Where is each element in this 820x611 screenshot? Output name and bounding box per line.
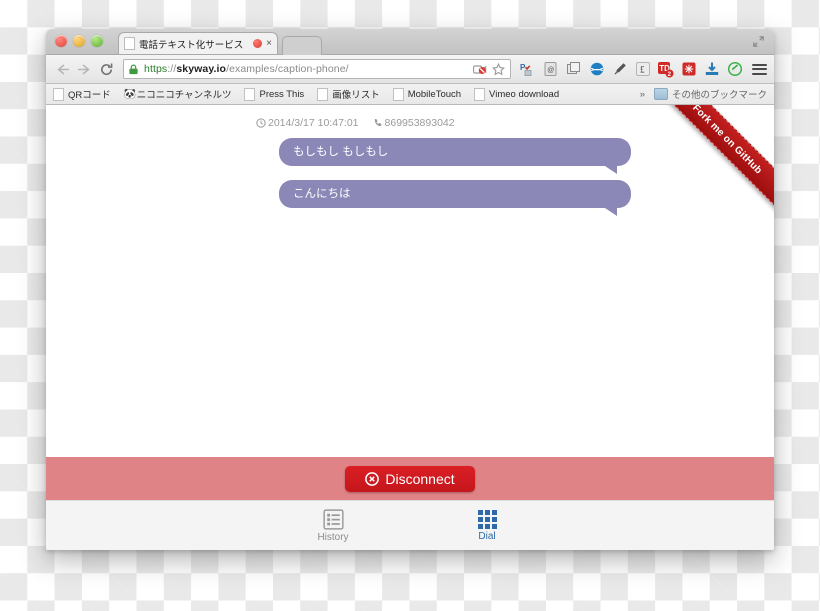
new-tab-button[interactable] (282, 36, 322, 55)
page-icon (53, 87, 64, 101)
pound-currency-icon[interactable]: £ (634, 61, 651, 78)
evernote-clipper-icon[interactable]: @ (542, 61, 559, 78)
fullscreen-arrows-icon[interactable] (752, 35, 765, 48)
bookmark-star-icon[interactable] (492, 62, 505, 76)
bookmark-item[interactable]: 画像リスト (317, 87, 380, 101)
page-icon (244, 87, 256, 101)
app-tab-bar: History Dial (46, 500, 774, 550)
bookmark-label: MobileTouch (407, 88, 462, 100)
window-controls (55, 35, 103, 47)
phone-handset-icon (374, 118, 381, 127)
navigation-bar: https://skyway.io/examples/caption-phone… (46, 55, 774, 84)
other-bookmarks-label: その他のブックマーク (671, 90, 767, 101)
forward-arrow-icon[interactable] (75, 60, 94, 79)
tab-favicon-icon (124, 37, 135, 50)
message-bubble: もしもし もしもし (279, 138, 631, 174)
svg-text:✳: ✳ (684, 64, 693, 76)
globe-extension-icon[interactable] (588, 61, 605, 78)
extension-toolbar: P @ £ TD 2 ✳ (519, 61, 767, 78)
message-row: こんにちは (279, 180, 774, 216)
folder-icon (653, 88, 668, 100)
address-bar[interactable]: https://skyway.io/examples/caption-phone… (123, 59, 511, 79)
green-check-circle-icon[interactable] (726, 61, 743, 78)
browser-tab[interactable]: 電話テキスト化サービス × (118, 32, 278, 54)
minimize-window-button[interactable] (73, 35, 85, 47)
browser-window: 電話テキスト化サービス × https://skyway.io/examples… (46, 29, 774, 550)
url-host: skyway.io (176, 63, 227, 75)
clock-icon (256, 118, 266, 128)
disconnect-button[interactable]: Disconnect (345, 466, 475, 492)
address-bar-icons (473, 62, 506, 76)
call-timestamp: 2014/3/17 10:47:01 (256, 117, 359, 129)
address-bar-url: https://skyway.io/examples/caption-phone… (144, 63, 349, 75)
page-icon (317, 87, 329, 101)
other-bookmarks-folder[interactable]: その他のブックマーク (653, 87, 767, 101)
download-tray-icon[interactable] (703, 61, 720, 78)
bookmark-item[interactable]: MobileTouch (392, 87, 462, 101)
circle-x-icon (365, 472, 380, 486)
disconnect-label: Disconnect (385, 471, 455, 487)
list-icon (322, 508, 344, 530)
window-stack-icon[interactable] (565, 61, 582, 78)
page-viewport: Fork me on GitHub 2014/3/17 10:47:01 869… (46, 105, 774, 550)
tab-history-label: History (317, 531, 349, 543)
call-timestamp-text: 2014/3/17 10:47:01 (268, 117, 359, 129)
title-bar: 電話テキスト化サービス × (46, 29, 774, 55)
maximize-window-button[interactable] (91, 35, 103, 47)
pocket-extension-icon[interactable]: P (519, 61, 536, 78)
bookmark-item[interactable]: Vimeo download (474, 87, 560, 101)
bookmark-label: QRコード (68, 90, 111, 101)
close-window-button[interactable] (55, 35, 67, 47)
page-icon (474, 87, 486, 101)
message-text: もしもし もしもし (293, 146, 389, 158)
asterisk-extension-icon[interactable]: ✳ (680, 61, 697, 78)
bookmark-item[interactable]: Press This (244, 87, 305, 101)
message-text: こんにちは (293, 188, 351, 200)
bookmarks-chevron-icon[interactable]: » (640, 89, 645, 100)
nicovideo-icon: 🐼 (123, 88, 137, 100)
tab-dial[interactable]: Dial (456, 509, 518, 542)
bookmark-label: 画像リスト (332, 90, 380, 101)
eyedropper-icon[interactable] (611, 61, 628, 78)
tweetdeck-icon[interactable]: TD 2 (657, 61, 674, 78)
tab-close-icon[interactable]: × (266, 38, 272, 49)
bookmarks-overflow: » その他のブックマーク (640, 87, 767, 101)
tab-title: 電話テキスト化サービス (139, 39, 244, 51)
tab-history[interactable]: History (302, 508, 364, 543)
page-icon (392, 87, 404, 101)
bookmark-item[interactable]: QRコード (53, 87, 111, 101)
svg-text:@: @ (547, 67, 554, 74)
tab-recording-indicator-icon (253, 39, 263, 48)
back-arrow-icon[interactable] (53, 60, 72, 79)
message-bubble: こんにちは (279, 180, 631, 216)
bookmark-label: Vimeo download (489, 88, 560, 100)
bookmark-label: ニコニコチャンネルツ (136, 90, 232, 101)
url-path: /examples/caption-phone/ (226, 63, 349, 75)
call-number: 869953893042 (373, 117, 455, 129)
tab-dial-label: Dial (478, 530, 496, 542)
bookmarks-bar: QRコード 🐼 ニコニコチャンネルツ Press This 画像リスト Mobi… (46, 84, 774, 105)
call-action-bar: Disconnect (46, 457, 774, 501)
url-scheme: https (144, 63, 168, 75)
message-row: もしもし もしもし (279, 138, 774, 174)
bookmark-item[interactable]: 🐼 ニコニコチャンネルツ (123, 87, 232, 102)
bookmark-label: Press This (259, 88, 305, 100)
camera-blocked-icon[interactable] (473, 64, 487, 75)
call-number-text: 869953893042 (384, 117, 455, 129)
green-lock-icon (129, 64, 138, 74)
reload-icon[interactable] (97, 60, 116, 79)
svg-text:£: £ (640, 65, 645, 75)
chrome-menu-icon[interactable] (752, 63, 767, 75)
caption-phone-app: 2014/3/17 10:47:01 869953893042 もしもし もしも… (46, 105, 774, 216)
dialpad-icon (477, 509, 497, 529)
url-separator: :// (167, 63, 177, 75)
